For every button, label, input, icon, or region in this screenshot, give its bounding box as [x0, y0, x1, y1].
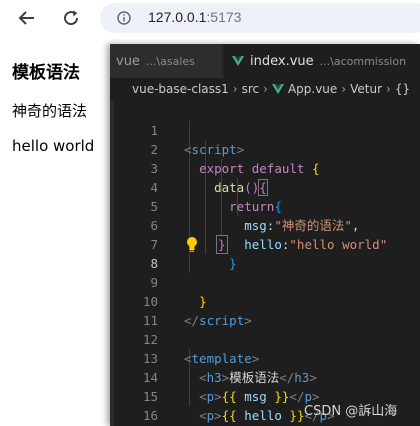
code-line-11: 11: [110, 292, 420, 328]
code-line-13: 13 <h3>模板语法</h3>: [110, 330, 420, 385]
paragraph-hello: hello world: [12, 137, 95, 155]
vue-file-icon: [232, 56, 244, 66]
chevron-right-icon: ›: [232, 82, 238, 96]
code-line-1: 1 <script>: [110, 102, 420, 157]
url-host: 127.0.0.1: [148, 9, 207, 25]
code-line-3: 3 data(){: [110, 140, 420, 196]
csdn-watermark: CSDN @訴山海: [304, 404, 398, 419]
breadcrumb: vue-base-class1 › src › App.vue › Vetur …: [110, 78, 420, 100]
code-line-2: 2 export default {: [110, 121, 420, 176]
tab-label: index.vue: [250, 53, 314, 69]
reload-icon: [64, 10, 79, 26]
back-button[interactable]: [15, 6, 39, 30]
tab-description: ...\asales: [145, 54, 195, 68]
tab-label: vue: [116, 53, 140, 69]
browser-toolbar: 127.0.0.1:5173: [0, 0, 420, 36]
code-line-9: 9 }: [110, 254, 420, 309]
back-arrow-icon: [18, 11, 34, 25]
matched-bracket: }: [216, 235, 228, 254]
code-line-8: 8 }: [110, 235, 420, 271]
info-icon[interactable]: [117, 11, 131, 25]
editor-tab-asales[interactable]: vue ...\asales: [110, 44, 222, 78]
breadcrumb-item[interactable]: Vetur: [350, 82, 382, 96]
breadcrumb-item[interactable]: vue-base-class1: [132, 82, 229, 96]
reload-button[interactable]: [59, 6, 83, 30]
url-port: :5173: [206, 9, 242, 25]
code-line-4: 4 return{: [110, 159, 420, 214]
chevron-right-icon: ›: [263, 82, 268, 96]
rendered-page: 模板语法 神奇的语法 hello world: [0, 36, 110, 426]
code-editor: vue ...\asales index.vue ...\acommission…: [110, 44, 420, 426]
breadcrumb-item[interactable]: App.vue: [288, 82, 337, 96]
code-line-7: 7 }: [110, 216, 420, 271]
chevron-right-icon: ›: [386, 82, 391, 96]
address-bar[interactable]: 127.0.0.1:5173: [100, 3, 420, 33]
code-line-6: 6 hello:"hello world": [110, 197, 420, 252]
code-line-12: 12 <template>: [110, 311, 420, 366]
editor-tabbar: vue ...\asales index.vue ...\acommission: [110, 44, 420, 78]
paragraph-msg: 神奇的语法: [12, 102, 88, 120]
code-area[interactable]: 1 <script> 2 export default { 3 data(){ …: [110, 102, 420, 426]
breadcrumb-item[interactable]: src: [242, 82, 260, 96]
code-line-15: 15 <p>{{ hello }}</p>: [110, 368, 420, 423]
lightbulb-icon[interactable]: [186, 236, 198, 252]
code-line-10: 10 </script>: [110, 273, 420, 328]
page-heading: 模板语法: [12, 63, 80, 83]
url-text[interactable]: 127.0.0.1:5173: [148, 8, 241, 26]
chevron-right-icon: ›: [341, 82, 347, 96]
tab-description: ...\acommission: [319, 54, 407, 68]
editor-tab-index-vue[interactable]: index.vue ...\acommission: [224, 44, 420, 78]
code-line-14: 14 <p>{{ msg }}</p>: [110, 349, 420, 404]
vue-file-icon: [271, 84, 284, 94]
code-line-5: 5 msg:"神奇的语法",: [110, 178, 420, 233]
breadcrumb-item[interactable]: {}: [395, 82, 410, 96]
